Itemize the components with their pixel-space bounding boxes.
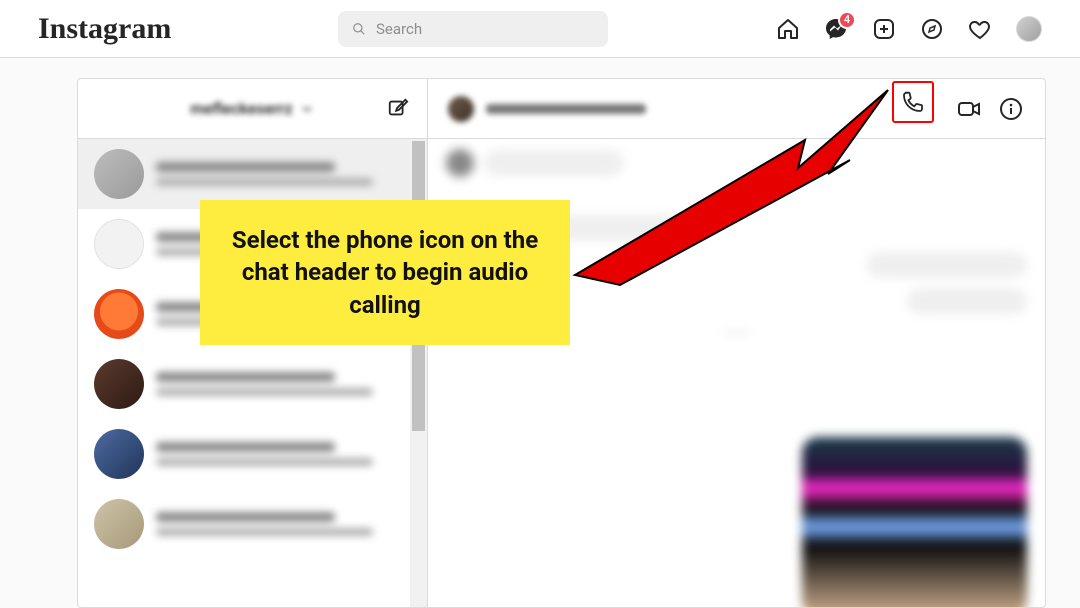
annotation-arrow [560, 80, 900, 290]
chevron-down-icon [299, 101, 315, 117]
compose-button[interactable] [387, 97, 409, 119]
home-icon[interactable] [776, 17, 800, 41]
info-icon [999, 97, 1023, 121]
thread-item[interactable] [78, 419, 427, 489]
chat-actions [899, 88, 1025, 130]
account-username: mefleckeserrz [190, 99, 292, 118]
video-icon [957, 97, 981, 121]
messenger-icon[interactable]: 4 [824, 17, 848, 41]
activity-heart-icon[interactable] [968, 17, 992, 41]
conversation-info-button[interactable] [997, 95, 1025, 123]
search-placeholder: Search [376, 20, 422, 38]
thread-item[interactable] [78, 489, 427, 559]
annotation-callout: Select the phone icon on the chat header… [200, 200, 570, 345]
search-wrap: Search [338, 11, 608, 47]
audio-call-button[interactable] [899, 88, 927, 116]
instagram-logo[interactable]: Instagram [38, 12, 338, 46]
thread-item[interactable] [78, 349, 427, 419]
chat-header-avatar [448, 96, 474, 122]
search-icon [352, 22, 366, 36]
photo-message[interactable] [802, 437, 1027, 607]
nav-icons: 4 [776, 16, 1042, 42]
compose-icon [387, 97, 409, 119]
video-call-button[interactable] [955, 95, 983, 123]
explore-icon[interactable] [920, 17, 944, 41]
account-switcher[interactable]: mefleckeserrz [190, 99, 314, 118]
messenger-badge: 4 [838, 11, 856, 29]
top-bar: Instagram Search 4 [0, 0, 1080, 58]
thread-item[interactable] [78, 139, 427, 209]
phone-icon [901, 90, 925, 114]
new-post-icon[interactable] [872, 17, 896, 41]
search-input[interactable]: Search [338, 11, 608, 47]
dm-left-header: mefleckeserrz [78, 79, 427, 139]
profile-avatar[interactable] [1016, 16, 1042, 42]
